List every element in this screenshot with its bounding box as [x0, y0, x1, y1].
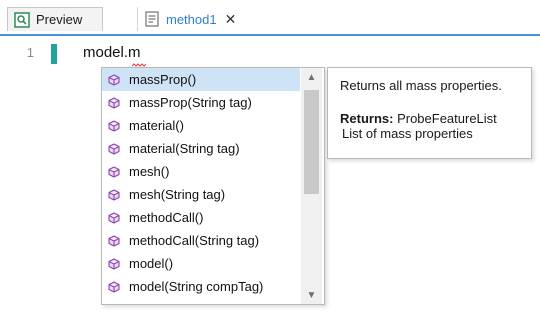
method-cube-icon [108, 73, 120, 86]
method-cube-icon [108, 165, 120, 178]
completion-item-label: material(String tag) [129, 141, 240, 156]
method-cube-icon [108, 119, 120, 132]
tooltip-description: Returns all mass properties. [340, 78, 502, 93]
completion-item-label: model(String compTag) [129, 279, 264, 294]
completion-item[interactable]: methodCall(String tag) [102, 229, 300, 252]
completion-item[interactable]: massProp() [102, 68, 300, 91]
code-editor[interactable]: 1 model.m massProp() massProp(String tag… [0, 36, 540, 316]
method-cube-icon [108, 142, 120, 155]
method-document-icon [145, 11, 159, 27]
scrollbar-thumb[interactable] [304, 90, 319, 194]
autocomplete-scrollbar[interactable]: ▲ ▼ [301, 68, 322, 304]
completion-item-label: mesh(String tag) [129, 187, 226, 202]
completion-item[interactable]: material() [102, 114, 300, 137]
code-line[interactable]: model.m [83, 44, 141, 61]
autocomplete-list: massProp() massProp(String tag) material… [102, 68, 300, 298]
completion-item-label: material() [129, 118, 184, 133]
method-cube-icon [108, 280, 120, 293]
changed-line-marker [51, 44, 57, 64]
completion-item-label: methodCall() [129, 210, 204, 225]
line-number: 1 [26, 45, 34, 60]
method-cube-icon [108, 234, 120, 247]
tooltip-returns-description: List of mass properties [342, 126, 473, 141]
autocomplete-popup: massProp() massProp(String tag) material… [101, 67, 325, 305]
method-cube-icon [108, 257, 120, 270]
completion-item-label: model() [129, 256, 174, 271]
completion-item[interactable]: mesh() [102, 160, 300, 183]
tooltip-returns-label: Returns: [340, 111, 394, 126]
tooltip-returns-type: ProbeFeatureList [393, 111, 497, 126]
method-cube-icon [108, 96, 120, 109]
tab-preview[interactable]: Preview [7, 7, 103, 31]
completion-item-label: mesh() [129, 164, 170, 179]
tab-method1[interactable]: method1 ✕ [137, 7, 263, 31]
completion-item-label: massProp() [129, 72, 197, 87]
method-cube-icon [108, 188, 120, 201]
completion-item-label: massProp(String tag) [129, 95, 252, 110]
scroll-up-icon[interactable]: ▲ [301, 68, 322, 86]
completion-item[interactable]: mesh(String tag) [102, 183, 300, 206]
close-icon[interactable]: ✕ [225, 11, 237, 28]
tab-bar: Preview method1 ✕ [0, 0, 540, 34]
preview-icon [14, 11, 30, 28]
completion-item-label: methodCall(String tag) [129, 233, 260, 248]
tooltip-returns: Returns: ProbeFeatureList [340, 111, 519, 126]
completion-item[interactable]: model() [102, 252, 300, 275]
completion-item[interactable]: massProp(String tag) [102, 91, 300, 114]
completion-item[interactable]: model(String compTag) [102, 275, 300, 298]
scroll-down-icon[interactable]: ▼ [301, 286, 322, 304]
method-cube-icon [108, 211, 120, 224]
documentation-tooltip: Returns all mass properties. Returns: Pr… [327, 67, 532, 159]
tab-preview-label: Preview [36, 12, 83, 27]
completion-item[interactable]: material(String tag) [102, 137, 300, 160]
tab-method1-label: method1 [166, 11, 217, 27]
completion-item[interactable]: methodCall() [102, 206, 300, 229]
